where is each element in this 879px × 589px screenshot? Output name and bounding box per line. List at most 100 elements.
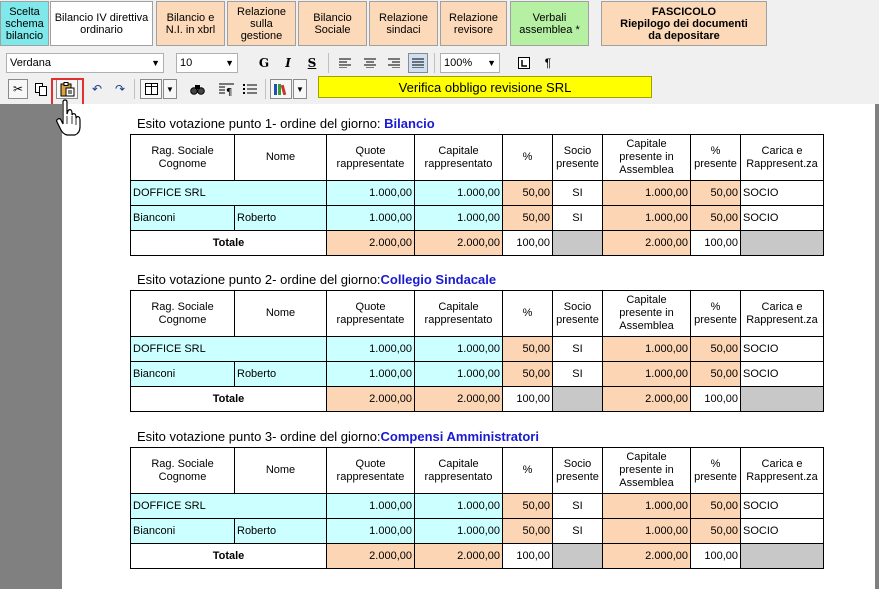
cell-nome[interactable]: Roberto xyxy=(234,205,327,231)
align-left-button[interactable] xyxy=(335,53,355,73)
cell-socio[interactable]: SI xyxy=(552,180,603,206)
copy-button[interactable] xyxy=(31,79,51,99)
font-size-select[interactable]: 10 ▼ xyxy=(176,53,238,73)
justify-button[interactable] xyxy=(408,53,428,73)
tab-bilancio-sociale[interactable]: Bilancio Sociale xyxy=(298,1,367,46)
cell-socio[interactable]: SI xyxy=(552,361,603,387)
total-quote: 2.000,00 xyxy=(326,386,415,412)
cell-nome[interactable]: Roberto xyxy=(234,518,327,544)
cell-socio[interactable]: SI xyxy=(552,518,603,544)
cell-quote[interactable]: 1.000,00 xyxy=(326,336,415,362)
cell-carica[interactable]: SOCIO xyxy=(740,336,824,362)
cell-rag[interactable]: DOFFICE SRL xyxy=(130,180,327,206)
library-button[interactable] xyxy=(270,79,292,99)
column-header: Nome xyxy=(234,447,327,494)
tab-bilancio-xbrl[interactable]: Bilancio e N.I. in xbrl xyxy=(156,1,225,46)
italic-button[interactable]: I xyxy=(278,53,298,73)
cell-socio[interactable]: SI xyxy=(552,336,603,362)
cell-carica[interactable]: SOCIO xyxy=(740,180,824,206)
column-header: Socio presente xyxy=(552,290,603,337)
table-dropdown-button[interactable]: ▼ xyxy=(163,79,177,99)
page-view-button[interactable] xyxy=(514,53,534,73)
cell-perc-pres[interactable]: 50,00 xyxy=(690,180,741,206)
show-paragraph-button[interactable]: ¶ xyxy=(538,53,558,73)
cut-button[interactable]: ✂ xyxy=(8,79,28,99)
find-button[interactable] xyxy=(187,79,207,99)
cell-quote[interactable]: 1.000,00 xyxy=(326,361,415,387)
verifica-revisione-button[interactable]: Verifica obbligo revisione SRL xyxy=(318,76,652,98)
cell-perc-pres[interactable]: 50,00 xyxy=(690,336,741,362)
tab-relazione-revisore[interactable]: Relazione revisore xyxy=(440,1,507,46)
cell-perc-pres[interactable]: 50,00 xyxy=(690,361,741,387)
cell-cap-pres[interactable]: 1.000,00 xyxy=(602,336,691,362)
cell-carica[interactable]: SOCIO xyxy=(740,361,824,387)
paragraph-format-button[interactable]: ¶ xyxy=(216,79,236,99)
total-empty-cell xyxy=(740,386,824,412)
cell-carica[interactable]: SOCIO xyxy=(740,493,824,519)
total-quote: 2.000,00 xyxy=(326,230,415,256)
cell-quote[interactable]: 1.000,00 xyxy=(326,205,415,231)
zoom-select[interactable]: 100% ▼ xyxy=(440,53,500,73)
cell-cap-pres[interactable]: 1.000,00 xyxy=(602,493,691,519)
underline-button[interactable]: S xyxy=(302,53,322,73)
cell-rag[interactable]: Bianconi xyxy=(130,361,235,387)
cell-perc[interactable]: 50,00 xyxy=(502,180,553,206)
cell-capitale[interactable]: 1.000,00 xyxy=(414,180,503,206)
cell-cap-pres[interactable]: 1.000,00 xyxy=(602,180,691,206)
cell-perc[interactable]: 50,00 xyxy=(502,336,553,362)
cell-capitale[interactable]: 1.000,00 xyxy=(414,361,503,387)
cell-perc-pres[interactable]: 50,00 xyxy=(690,493,741,519)
cell-perc[interactable]: 50,00 xyxy=(502,518,553,544)
tab-verbali-assemblea[interactable]: Verbali assemblea * xyxy=(510,1,589,46)
cell-rag[interactable]: Bianconi xyxy=(130,205,235,231)
tab-relazione-gestione[interactable]: Relazione sulla gestione xyxy=(227,1,296,46)
undo-button[interactable]: ↶ xyxy=(87,79,107,99)
align-right-button[interactable] xyxy=(384,53,404,73)
list-button[interactable] xyxy=(240,79,260,99)
total-perc: 100,00 xyxy=(502,543,553,569)
cell-quote[interactable]: 1.000,00 xyxy=(326,180,415,206)
cut-icon: ✂ xyxy=(12,82,24,96)
redo-button[interactable]: ↷ xyxy=(110,79,130,99)
table-button[interactable] xyxy=(140,79,162,99)
cell-perc[interactable]: 50,00 xyxy=(502,205,553,231)
cell-rag[interactable]: DOFFICE SRL xyxy=(130,493,327,519)
cell-capitale[interactable]: 1.000,00 xyxy=(414,518,503,544)
tab-bilancio-iv[interactable]: Bilancio IV direttiva ordinario xyxy=(50,1,153,46)
cell-perc[interactable]: 50,00 xyxy=(502,493,553,519)
separator xyxy=(434,53,435,73)
cell-nome[interactable]: Roberto xyxy=(234,361,327,387)
cell-carica[interactable]: SOCIO xyxy=(740,205,824,231)
cell-quote[interactable]: 1.000,00 xyxy=(326,493,415,519)
tab-fascicolo[interactable]: FASCICOLO Riepilogo dei documenti da dep… xyxy=(601,1,767,46)
cell-rag[interactable]: Bianconi xyxy=(130,518,235,544)
cell-quote[interactable]: 1.000,00 xyxy=(326,518,415,544)
cell-capitale[interactable]: 1.000,00 xyxy=(414,336,503,362)
format-toolbar: Verdana ▼ 10 ▼ G I S 100% ▼ ¶ xyxy=(0,52,879,74)
font-select[interactable]: Verdana ▼ xyxy=(6,53,164,73)
library-dropdown-button[interactable]: ▼ xyxy=(293,79,307,99)
cell-cap-pres[interactable]: 1.000,00 xyxy=(602,205,691,231)
column-header: Socio presente xyxy=(552,447,603,494)
paragraph-icon: ¶ xyxy=(218,83,234,96)
cell-perc[interactable]: 50,00 xyxy=(502,361,553,387)
cell-capitale[interactable]: 1.000,00 xyxy=(414,205,503,231)
column-header: % xyxy=(502,290,553,337)
total-perc: 100,00 xyxy=(502,230,553,256)
cell-carica[interactable]: SOCIO xyxy=(740,518,824,544)
column-header: Nome xyxy=(234,290,327,337)
align-center-button[interactable] xyxy=(360,53,380,73)
cell-perc-pres[interactable]: 50,00 xyxy=(690,518,741,544)
cell-socio[interactable]: SI xyxy=(552,493,603,519)
cell-socio[interactable]: SI xyxy=(552,205,603,231)
cell-rag[interactable]: DOFFICE SRL xyxy=(130,336,327,362)
cell-capitale[interactable]: 1.000,00 xyxy=(414,493,503,519)
tab-scelta-schema[interactable]: Scelta schema bilancio xyxy=(0,1,49,46)
section-prefix: Esito votazione punto 3- ordine del gior… xyxy=(137,429,381,444)
cell-cap-pres[interactable]: 1.000,00 xyxy=(602,518,691,544)
cell-cap-pres[interactable]: 1.000,00 xyxy=(602,361,691,387)
cell-perc-pres[interactable]: 50,00 xyxy=(690,205,741,231)
total-cap-pres: 2.000,00 xyxy=(602,386,691,412)
bold-button[interactable]: G xyxy=(254,53,274,73)
tab-relazione-sindaci[interactable]: Relazione sindaci xyxy=(369,1,438,46)
